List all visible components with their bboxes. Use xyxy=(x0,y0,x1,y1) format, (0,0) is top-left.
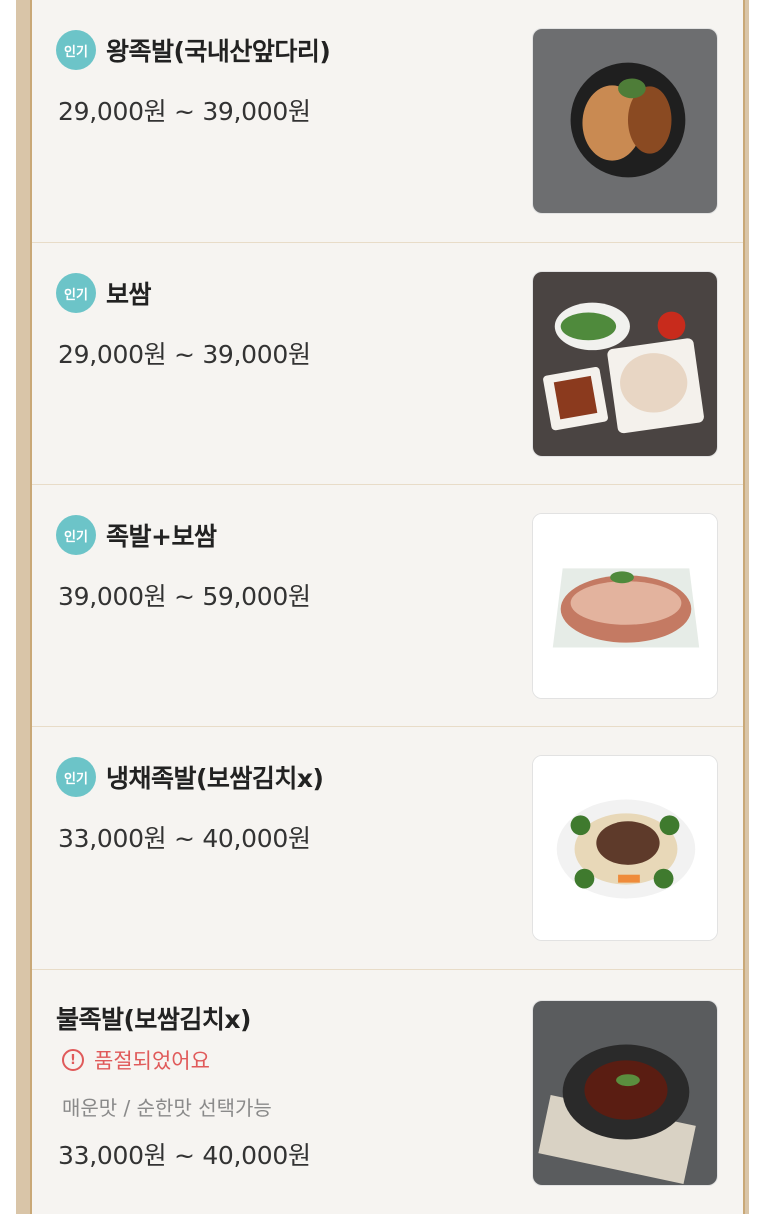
menu-item-wangjokbal[interactable]: 인기 왕족발(국내산앞다리) 29,000원 ~ 39,000원 xyxy=(32,0,743,243)
menu-price: 33,000원 ~ 40,000원 xyxy=(58,1141,311,1170)
menu-item-jokbal-bossam[interactable]: 인기 족발+보쌈 39,000원 ~ 59,000원 xyxy=(32,485,743,727)
frame-border: 인기 왕족발(국내산앞다리) 29,000원 ~ 39,000원 인기 보쌈 2… xyxy=(16,0,749,1214)
soldout-text: 품절되었어요 xyxy=(94,1049,210,1073)
soldout-status: ! 품절되었어요 xyxy=(62,1045,210,1075)
title-row: 인기 족발+보쌈 xyxy=(56,515,217,555)
food-image[interactable] xyxy=(532,1000,718,1186)
menu-list: 인기 왕족발(국내산앞다리) 29,000원 ~ 39,000원 인기 보쌈 2… xyxy=(30,0,745,1214)
menu-name: 족발+보쌈 xyxy=(106,522,217,551)
menu-item-bossam[interactable]: 인기 보쌈 29,000원 ~ 39,000원 xyxy=(32,243,743,485)
title-row: 인기 왕족발(국내산앞다리) xyxy=(56,30,331,70)
popular-badge: 인기 xyxy=(56,273,96,313)
food-image[interactable] xyxy=(532,271,718,457)
popular-badge: 인기 xyxy=(56,757,96,797)
title-row: 불족발(보쌈김치x) xyxy=(56,1000,251,1036)
menu-name: 냉채족발(보쌈김치x) xyxy=(106,764,324,793)
title-row: 인기 보쌈 xyxy=(56,273,152,313)
popular-badge: 인기 xyxy=(56,30,96,70)
menu-price: 33,000원 ~ 40,000원 xyxy=(58,824,311,853)
menu-price: 29,000원 ~ 39,000원 xyxy=(58,340,311,369)
food-image[interactable] xyxy=(532,755,718,941)
menu-description: 매운맛 / 순한맛 선택가능 xyxy=(62,1096,272,1120)
menu-price: 29,000원 ~ 39,000원 xyxy=(58,97,311,126)
menu-price: 39,000원 ~ 59,000원 xyxy=(58,582,311,611)
menu-name: 보쌈 xyxy=(106,280,152,309)
title-row: 인기 냉채족발(보쌈김치x) xyxy=(56,757,324,797)
food-image[interactable] xyxy=(532,28,718,214)
food-image[interactable] xyxy=(532,513,718,699)
menu-item-bul-jokbal[interactable]: 불족발(보쌈김치x) ! 품절되었어요 매운맛 / 순한맛 선택가능 33,00… xyxy=(32,970,743,1214)
menu-item-naengchae-jokbal[interactable]: 인기 냉채족발(보쌈김치x) 33,000원 ~ 40,000원 xyxy=(32,727,743,970)
menu-name: 불족발(보쌈김치x) xyxy=(56,1005,251,1034)
popular-badge: 인기 xyxy=(56,515,96,555)
menu-name: 왕족발(국내산앞다리) xyxy=(106,37,331,66)
warning-icon: ! xyxy=(62,1049,84,1071)
